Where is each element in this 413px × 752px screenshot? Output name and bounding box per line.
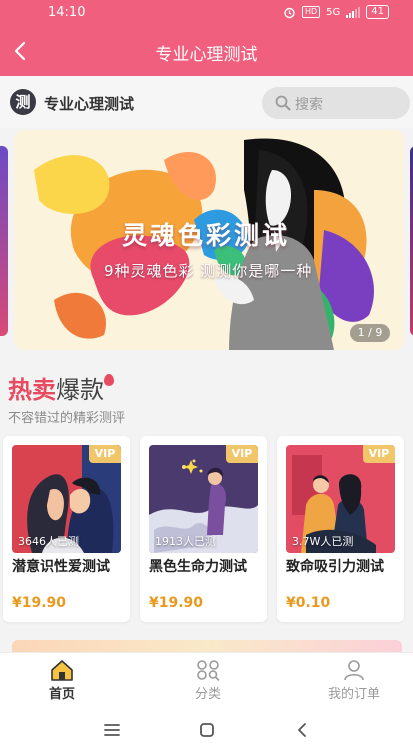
battery-indicator: 41 <box>366 5 389 19</box>
bottom-tab-bar: 首页 分类 我的订单 <box>0 652 413 708</box>
product-title: 黑色生命力测试 <box>149 559 247 575</box>
brand-logo: 测 <box>10 89 36 115</box>
system-nav-bar <box>0 708 413 752</box>
status-time: 14:10 <box>48 5 86 20</box>
menu-icon[interactable] <box>100 720 124 740</box>
product-image: VIP 1913人已测 <box>149 445 258 553</box>
home-icon <box>51 660 73 681</box>
section-title: 热卖爆款 <box>8 370 114 405</box>
home-button-icon[interactable] <box>195 720 219 740</box>
tab-orders[interactable]: 我的订单 <box>304 659 404 707</box>
section-subtitle: 不容错过的精彩测评 <box>8 411 126 426</box>
product-card[interactable]: VIP 1913人已测 黑色生命力测试 ¥19.90 <box>140 436 267 622</box>
product-card[interactable]: VIP 3646人已测 潜意识性爱测试 ¥19.90 <box>3 436 130 622</box>
vip-badge: VIP <box>226 445 258 463</box>
tab-category-label: 分类 <box>194 687 221 702</box>
page-title: 专业心理测试 <box>155 45 258 65</box>
product-image: VIP 3646人已测 <box>12 445 121 553</box>
product-title: 潜意识性爱测试 <box>12 559 110 575</box>
status-bar: 14:10 HD 5G 41 <box>0 0 413 26</box>
product-card[interactable]: VIP 3.7W人已测 致命吸引力测试 ¥0.10 <box>277 436 404 622</box>
search-input[interactable]: 搜索 <box>262 87 410 119</box>
network-label: 5G <box>326 6 341 18</box>
vip-badge: VIP <box>363 445 395 463</box>
search-icon <box>275 95 291 111</box>
tab-orders-label: 我的订单 <box>327 687 380 702</box>
product-price: ¥0.10 <box>286 595 331 611</box>
status-icons: HD 5G 41 <box>283 5 389 19</box>
product-image: VIP 3.7W人已测 <box>286 445 395 553</box>
alarm-icon <box>284 7 295 18</box>
tab-home[interactable]: 首页 <box>12 659 112 707</box>
banner-subtitle: 9种灵魂色彩 测测你是哪一种 <box>104 262 313 280</box>
search-placeholder: 搜索 <box>295 97 323 113</box>
banner-slide[interactable]: 灵魂色彩测试 9种灵魂色彩 测测你是哪一种 1 / 9 <box>14 130 404 350</box>
banner-carousel[interactable]: 灵魂色彩测试 9种灵魂色彩 测测你是哪一种 1 / 9 <box>0 130 413 352</box>
hd-badge: HD <box>301 6 321 18</box>
brand-row: 测 专业心理测试 搜索 <box>0 76 413 128</box>
tested-count: 3646人已测 <box>18 535 79 548</box>
tab-home-label: 首页 <box>48 687 75 702</box>
user-icon <box>344 660 364 681</box>
product-price: ¥19.90 <box>12 595 67 611</box>
category-icon <box>197 660 220 681</box>
brand-name: 专业心理测试 <box>44 95 135 113</box>
banner-page-indicator: 1 / 9 <box>350 324 390 342</box>
signal-icon <box>346 6 361 18</box>
tested-count: 1913人已测 <box>155 535 216 548</box>
product-price: ¥19.90 <box>149 595 204 611</box>
section-title-rest: 爆款 <box>56 376 104 404</box>
product-title: 致命吸引力测试 <box>286 559 384 575</box>
vip-badge: VIP <box>89 445 121 463</box>
back-icon[interactable] <box>290 720 314 740</box>
banner-prev-peek[interactable] <box>0 146 8 336</box>
flame-icon <box>104 374 114 386</box>
tested-count: 3.7W人已测 <box>292 535 354 548</box>
product-cards: VIP 3646人已测 潜意识性爱测试 ¥19.90 VIP 1913人已测 黑… <box>3 436 413 622</box>
banner-title: 灵魂色彩测试 <box>122 221 291 250</box>
nav-bar: 专业心理测试 <box>0 26 413 76</box>
tab-category[interactable]: 分类 <box>158 659 258 707</box>
section-title-hot: 热卖 <box>8 376 56 404</box>
